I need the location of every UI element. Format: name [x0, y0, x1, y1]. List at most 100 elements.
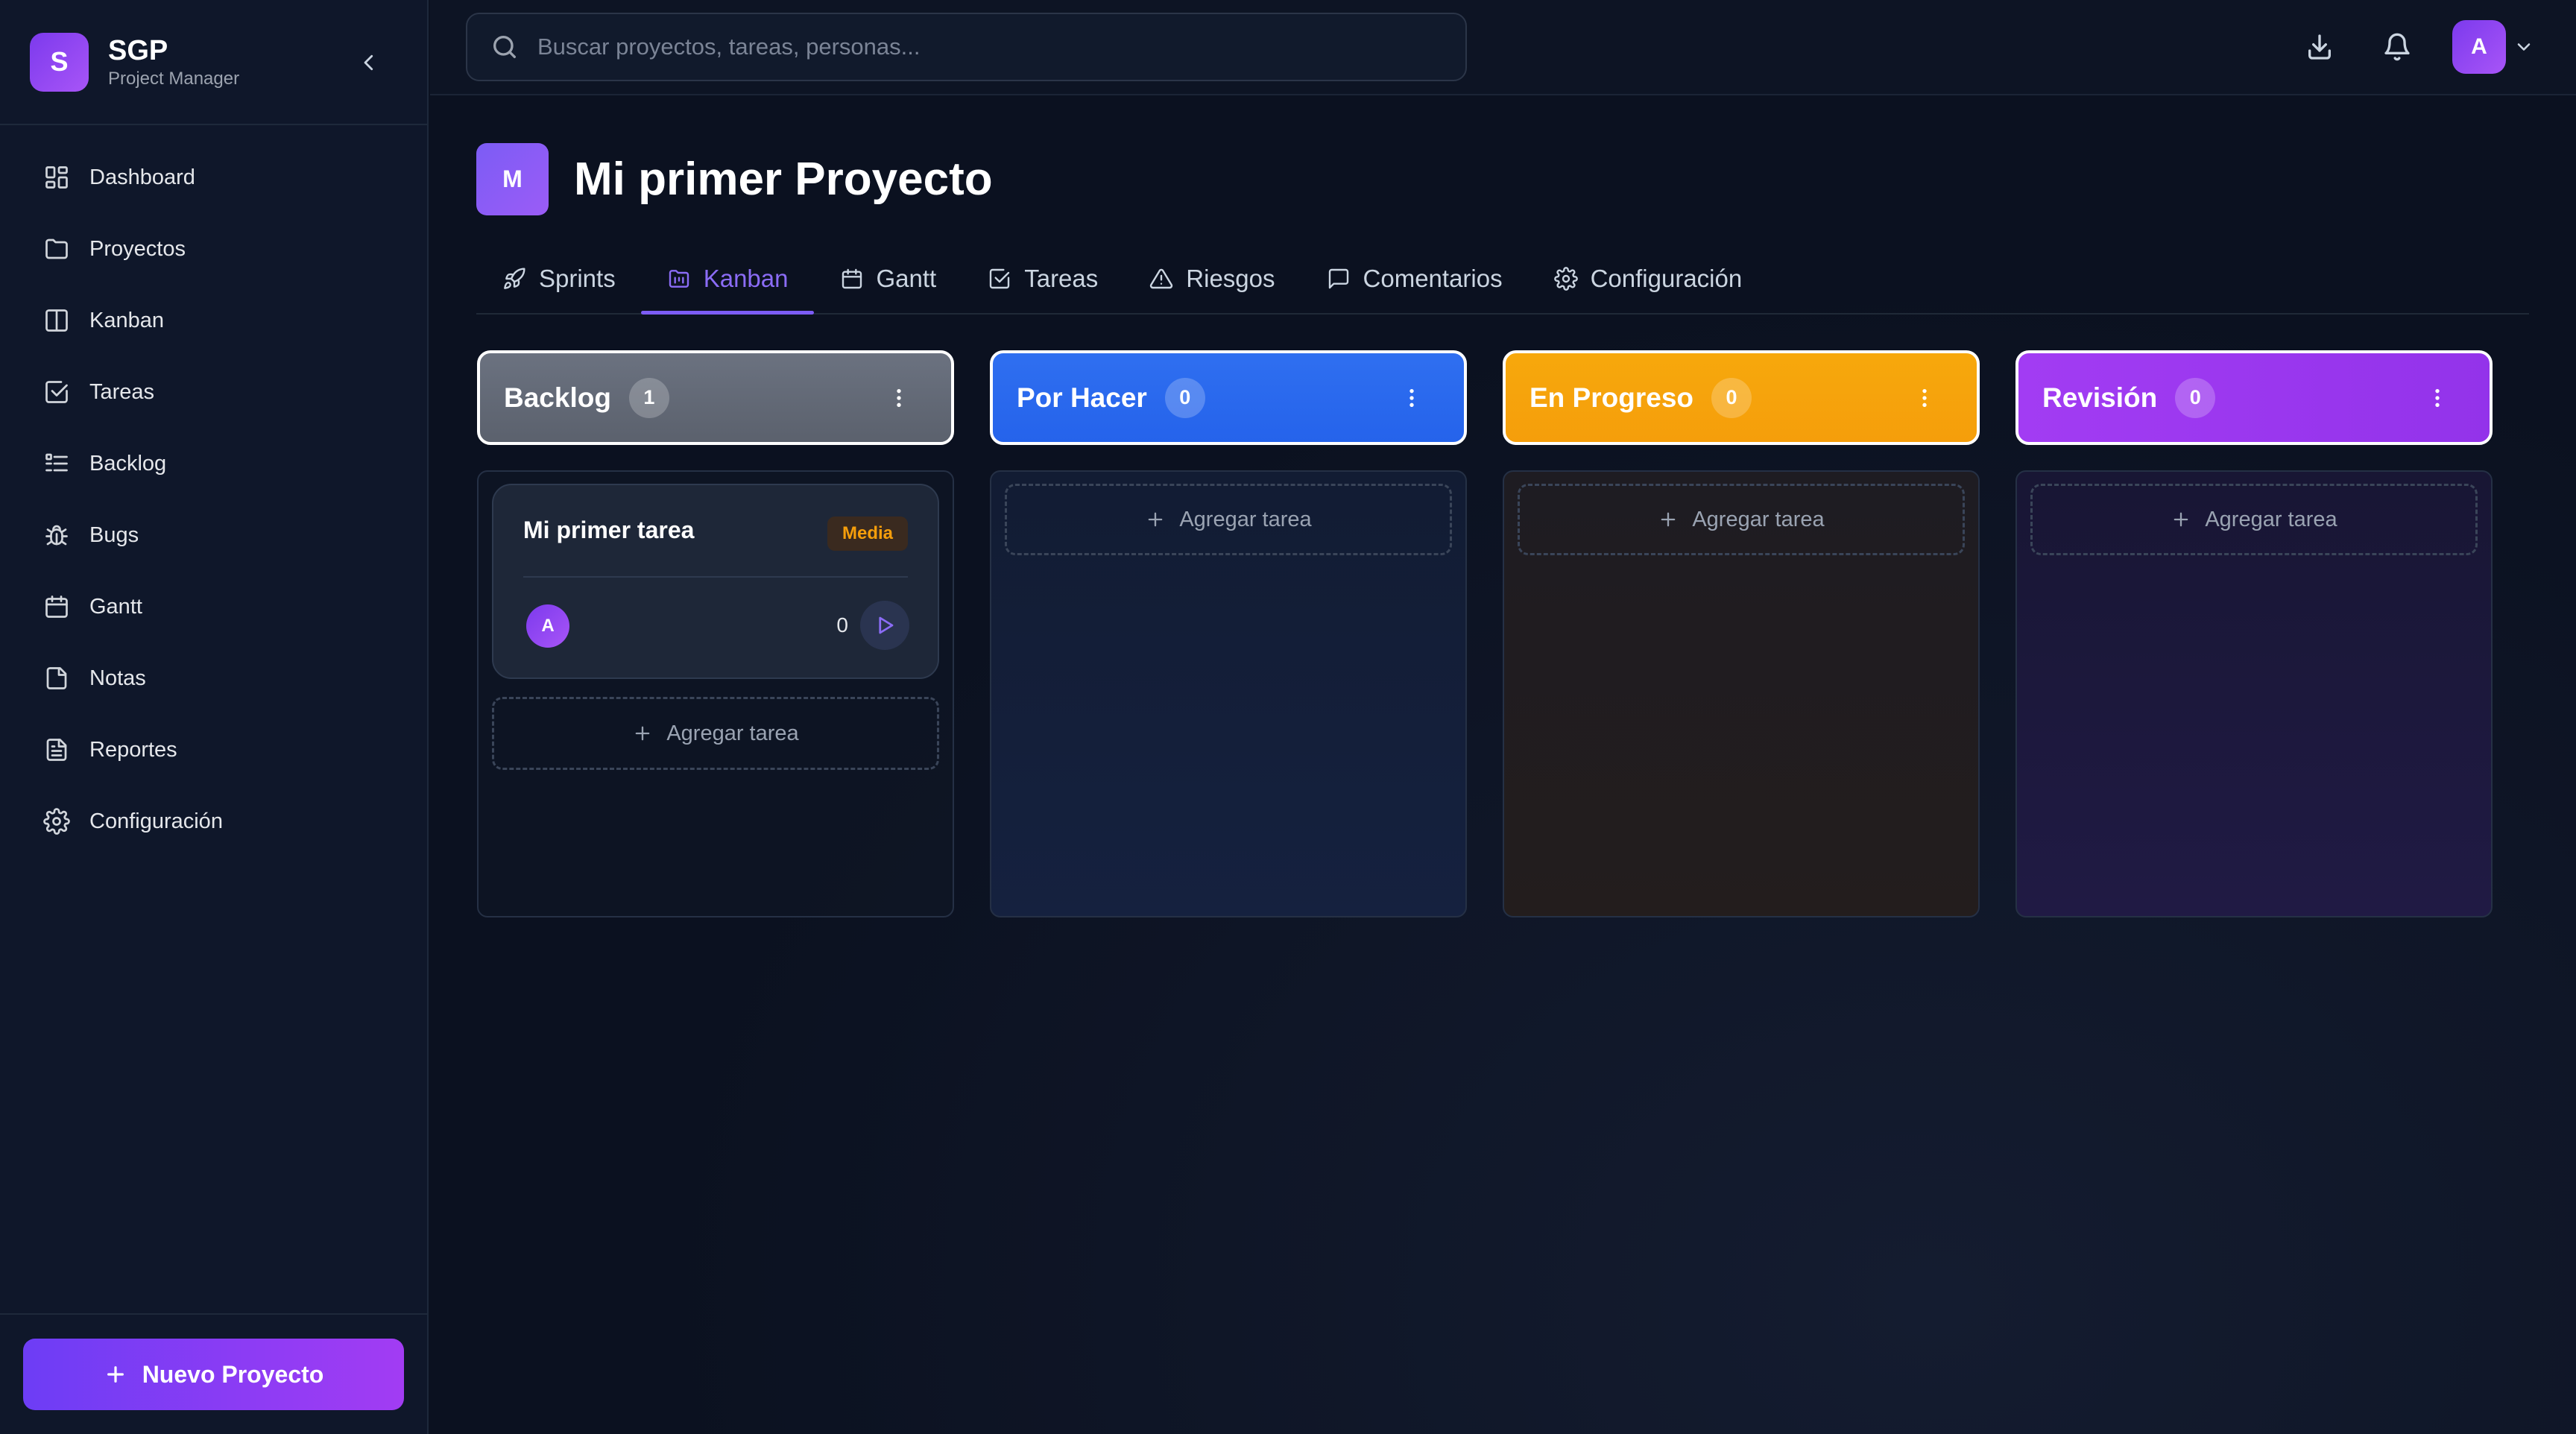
sidebar-item-backlog[interactable]: Backlog [0, 428, 427, 499]
page-title: Mi primer Proyecto [574, 154, 993, 205]
column-body: Agregar tarea [1503, 470, 1980, 917]
brand-logo[interactable]: S [30, 32, 89, 92]
chevron-down-icon [2517, 43, 2531, 51]
add-task-label: Agregar tarea [666, 721, 799, 745]
rocket-icon [502, 266, 527, 291]
add-task-label: Agregar tarea [1692, 507, 1825, 531]
column-title: Backlog [504, 382, 611, 413]
sidebar-item-label: Gantt [89, 594, 142, 619]
user-menu-toggle[interactable] [2507, 25, 2540, 69]
sidebar-item-reportes[interactable]: Reportes [0, 714, 427, 786]
calendar-icon [839, 266, 865, 291]
tab-comentarios[interactable]: Comentarios [1301, 244, 1528, 313]
download-button[interactable] [2297, 25, 2342, 69]
brand-header: S SGP Project Manager [0, 0, 427, 125]
warning-icon [1149, 266, 1174, 291]
bug-icon [42, 520, 72, 550]
tab-riesgos[interactable]: Riesgos [1123, 244, 1300, 313]
search-box[interactable] [466, 13, 1467, 81]
sidebar-item-label: Configuración [89, 809, 223, 833]
assignee-avatar[interactable]: A [526, 604, 569, 648]
column-title: Revisión [2042, 382, 2158, 413]
collapse-sidebar-button[interactable] [353, 46, 385, 79]
download-icon [2308, 34, 2331, 60]
column-count-badge: 1 [628, 377, 669, 418]
topbar-actions: A [2297, 0, 2576, 94]
new-project-button[interactable]: Nuevo Proyecto [23, 1339, 404, 1410]
add-task-button[interactable]: Agregar tarea [492, 697, 939, 770]
kanban-column-revision: Revisión 0 Agregar tarea [2015, 350, 2493, 917]
calendar-icon [42, 592, 72, 622]
brand-subtitle: Project Manager [108, 69, 240, 89]
task-card[interactable]: Mi primer tarea Media A 0 [492, 484, 939, 679]
column-menu-button[interactable] [2422, 382, 2452, 414]
task-title: Mi primer tarea [523, 517, 695, 543]
list-icon [42, 449, 72, 478]
dashboard-icon [42, 162, 72, 192]
sidebar-item-tareas[interactable]: Tareas [0, 356, 427, 428]
column-title: Por Hacer [1017, 382, 1147, 413]
tab-label: Tareas [1024, 265, 1099, 292]
sidebar-item-dashboard[interactable]: Dashboard [0, 142, 427, 213]
kanban-column-por-hacer: Por Hacer 0 Agregar tarea [990, 350, 1467, 917]
sidebar-item-configuracion[interactable]: Configuración [0, 786, 427, 857]
sidebar-item-kanban[interactable]: Kanban [0, 285, 427, 356]
column-header[interactable]: Backlog 1 [477, 350, 954, 445]
add-task-button[interactable]: Agregar tarea [1005, 484, 1452, 555]
column-title: En Progreso [1530, 382, 1693, 413]
add-task-button[interactable]: Agregar tarea [2030, 484, 2478, 555]
project-header: M Mi primer Proyecto [476, 143, 993, 215]
more-vertical-icon [897, 389, 901, 407]
sidebar-item-label: Kanban [89, 308, 164, 332]
play-icon [879, 616, 894, 634]
sidebar-item-gantt[interactable]: Gantt [0, 571, 427, 642]
more-vertical-icon [2435, 389, 2440, 407]
sidebar-item-label: Proyectos [89, 236, 186, 261]
sidebar-item-notas[interactable]: Notas [0, 642, 427, 714]
user-avatar[interactable]: A [2452, 20, 2506, 74]
column-count-badge: 0 [2175, 377, 2216, 418]
add-task-button[interactable]: Agregar tarea [1518, 484, 1965, 555]
brand-text: SGP Project Manager [108, 34, 239, 90]
sidebar-item-label: Bugs [89, 522, 139, 547]
sidebar-item-proyectos[interactable]: Proyectos [0, 213, 427, 285]
tab-configuracion[interactable]: Configuración [1528, 244, 1768, 313]
column-header[interactable]: En Progreso 0 [1503, 350, 1980, 445]
tab-sprints[interactable]: Sprints [476, 244, 641, 313]
column-count-badge: 0 [1711, 377, 1752, 418]
column-header[interactable]: Revisión 0 [2015, 350, 2493, 445]
tab-tareas[interactable]: Tareas [962, 244, 1123, 313]
sidebar-item-bugs[interactable]: Bugs [0, 499, 427, 571]
sidebar-item-label: Backlog [89, 451, 167, 476]
plus-icon [2174, 512, 2188, 527]
notifications-button[interactable] [2375, 25, 2419, 69]
tab-label: Comentarios [1363, 265, 1503, 292]
column-header[interactable]: Por Hacer 0 [990, 350, 1467, 445]
kanban-icon [666, 266, 692, 291]
report-icon [42, 735, 72, 765]
column-menu-button[interactable] [1910, 382, 1939, 414]
project-avatar: M [476, 143, 549, 215]
sidebar-item-label: Tareas [89, 379, 155, 404]
main-content: M Mi primer Proyecto Sprints Kanban Gant… [430, 95, 2576, 1434]
bell-icon [2384, 33, 2410, 61]
column-menu-button[interactable] [884, 382, 914, 414]
search-input[interactable] [537, 34, 1432, 60]
tab-label: Configuración [1590, 265, 1743, 292]
columns-icon [42, 306, 72, 335]
column-body: Agregar tarea [2015, 470, 2493, 917]
tab-gantt[interactable]: Gantt [814, 244, 962, 313]
plus-icon [1661, 512, 1676, 527]
sidebar: S SGP Project Manager Dashboard Proyecto… [0, 0, 429, 1434]
tab-kanban[interactable]: Kanban [640, 244, 814, 315]
sidebar-item-label: Dashboard [89, 165, 195, 189]
column-body: Mi primer tarea Media A 0 Agregar tarea [477, 470, 954, 917]
more-vertical-icon [1409, 389, 1414, 407]
priority-badge: Media [827, 517, 908, 551]
tab-label: Kanban [703, 265, 789, 292]
new-project-label: Nuevo Proyecto [142, 1360, 324, 1388]
gear-icon [1553, 266, 1579, 291]
column-menu-button[interactable] [1397, 382, 1427, 414]
sidebar-item-label: Reportes [89, 737, 177, 762]
start-task-button[interactable] [860, 601, 909, 650]
